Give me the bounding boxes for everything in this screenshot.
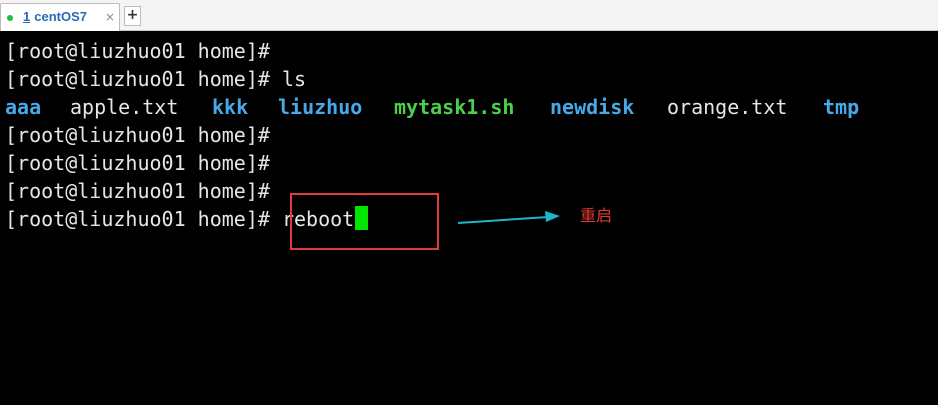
annotation-arrow <box>457 211 560 224</box>
annotation-label: 重启 <box>580 206 613 225</box>
arrow-shaft <box>457 216 549 224</box>
arrow-head <box>545 211 560 222</box>
